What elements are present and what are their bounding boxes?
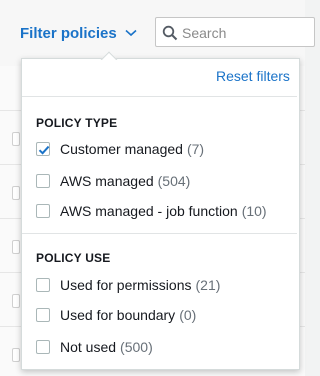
checkbox[interactable] <box>36 308 50 322</box>
checkbox[interactable] <box>36 204 50 218</box>
search-icon <box>162 25 178 41</box>
chevron-down-icon <box>125 29 137 37</box>
option-count: (500) <box>120 339 153 355</box>
search-field[interactable] <box>155 17 315 47</box>
row-checkbox[interactable] <box>12 186 20 200</box>
option-count: (504) <box>157 173 191 189</box>
filter-policies-dropdown-button[interactable]: Filter policies <box>20 23 137 43</box>
option-aws-managed[interactable]: AWS managed (504) <box>36 172 190 190</box>
option-label: AWS managed - job function <box>60 203 238 219</box>
panel-divider <box>22 96 297 97</box>
option-count: (0) <box>179 307 197 323</box>
checkbox[interactable] <box>36 340 50 354</box>
row-checkbox[interactable] <box>12 240 20 254</box>
row-checkbox[interactable] <box>12 348 20 362</box>
option-label: Used for boundary <box>60 307 176 323</box>
option-label: Customer managed <box>60 141 183 157</box>
row-checkbox[interactable] <box>12 294 20 308</box>
option-customer-managed[interactable]: Customer managed (7) <box>36 140 204 158</box>
option-count: (7) <box>186 141 205 157</box>
option-used-for-permissions[interactable]: Used for permissions (21) <box>36 276 220 294</box>
section-title-policy-type: POLICY TYPE <box>36 116 118 130</box>
row-checkbox[interactable] <box>12 132 20 146</box>
option-label: Used for permissions <box>60 277 192 293</box>
filter-policies-label: Filter policies <box>20 24 117 42</box>
option-not-used[interactable]: Not used (500) <box>36 338 153 356</box>
checkbox[interactable] <box>36 174 50 188</box>
checkbox[interactable] <box>36 278 50 292</box>
option-label: AWS managed <box>60 173 154 189</box>
option-used-for-boundary[interactable]: Used for boundary (0) <box>36 306 196 324</box>
search-input[interactable] <box>180 21 304 45</box>
dropdown-caret <box>100 51 118 60</box>
reset-filters-link[interactable]: Reset filters <box>216 68 290 84</box>
option-count: (10) <box>241 203 267 219</box>
panel-divider <box>22 233 297 234</box>
option-count: (21) <box>195 277 221 293</box>
option-label: Not used <box>60 339 117 355</box>
section-title-policy-use: POLICY USE <box>36 251 111 265</box>
option-aws-managed-job-function[interactable]: AWS managed - job function (10) <box>36 202 267 220</box>
checkbox-checked[interactable] <box>36 142 50 156</box>
checkmark-icon <box>38 145 50 155</box>
